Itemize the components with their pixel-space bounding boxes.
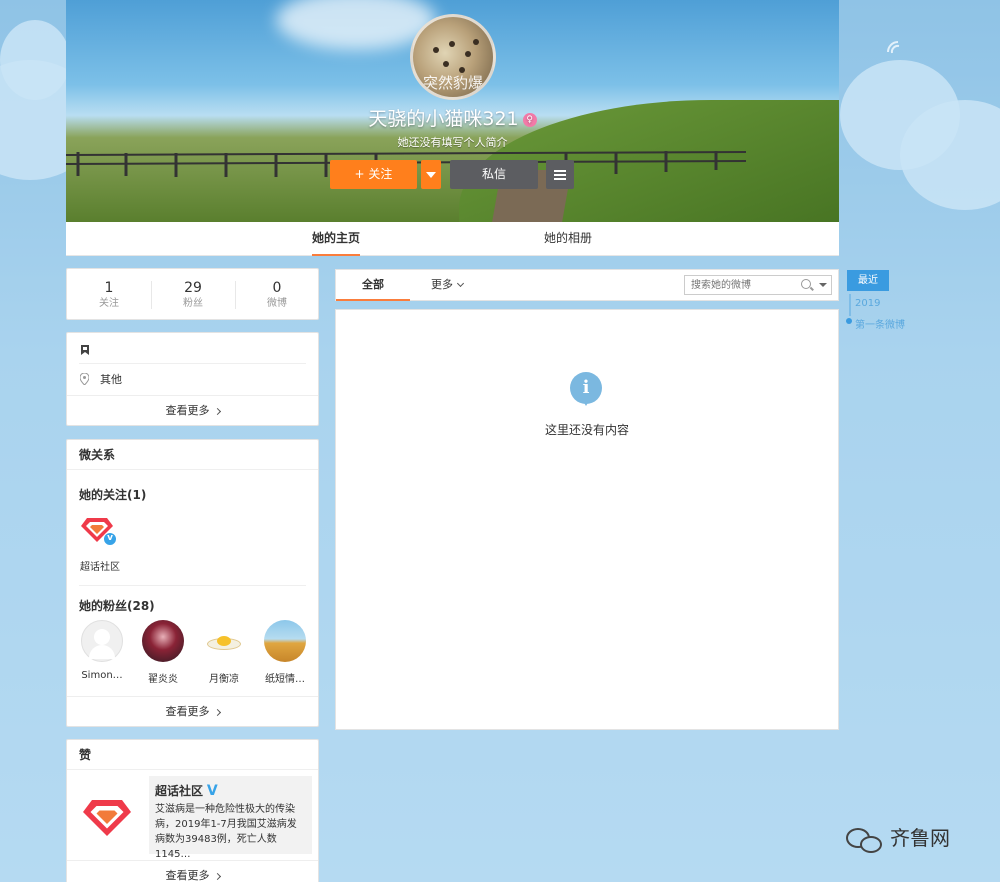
timeline-line [849, 294, 851, 316]
timeline-year[interactable]: 2019 [855, 298, 880, 309]
stat-value: 29 [184, 280, 202, 296]
feed-tab-all[interactable]: 全部 [336, 270, 410, 301]
timeline-recent[interactable]: 最近 [847, 270, 889, 291]
fan-avatar [142, 620, 184, 662]
source-watermark: 齐鲁网 [846, 818, 950, 858]
fan-name: Simon… [81, 670, 123, 681]
likes-see-more-link[interactable]: 查看更多 [67, 860, 318, 882]
stat-label: 关注 [99, 298, 119, 309]
message-button[interactable]: 私信 [450, 160, 538, 189]
following-avatar[interactable]: v [81, 514, 121, 550]
feed-tab-more[interactable]: 更多 [431, 270, 465, 301]
stat-value: 0 [272, 280, 282, 296]
fans-title[interactable]: 她的粉丝(28) [79, 597, 155, 614]
profile-bio: 她还没有填写个人简介 [397, 136, 508, 149]
signal-icon [887, 41, 900, 54]
fan-item[interactable]: 翟炎炎 [140, 620, 186, 685]
see-more-label: 查看更多 [165, 869, 210, 882]
plus-icon: + [354, 167, 369, 181]
relations-see-more-link[interactable]: 查看更多 [67, 696, 318, 726]
fan-item[interactable]: 月衡凉 [201, 620, 247, 685]
avatar-watermark: 突然豹爆 [422, 74, 483, 92]
fan-avatar [264, 620, 306, 662]
fan-item[interactable]: 纸短情… [262, 620, 308, 685]
chevron-right-icon [213, 407, 221, 415]
relations-title: 微关系 [67, 440, 318, 470]
feed-content: i 这里还没有内容 [335, 309, 839, 730]
stat-posts[interactable]: 0 微博 [235, 279, 319, 311]
info-icon: i [570, 372, 602, 406]
wechat-icon [846, 826, 884, 854]
see-more-label: 查看更多 [165, 404, 210, 417]
default-avatar-icon [81, 620, 123, 662]
chevron-right-icon [213, 872, 221, 880]
watermark-text: 齐鲁网 [890, 826, 950, 850]
liked-card-text: 艾滋病是一种危险性极大的传染病，2019年1-7月我国艾滋病发病数为39483例… [155, 804, 297, 860]
liked-card-name: 超话社区 [155, 784, 204, 798]
follow-dropdown-button[interactable] [421, 160, 441, 189]
liked-card[interactable]: 超话社区 V 艾滋病是一种危险性极大的传染病，2019年1-7月我国艾滋病发病数… [149, 776, 312, 860]
likes-panel: 赞 超话社区 V 艾滋病是一种危险性极大的传染病，2019年1-7月我国艾滋病发… [66, 739, 319, 882]
profile-avatar[interactable]: 突然豹爆 [410, 14, 496, 100]
tab-album[interactable]: 她的相册 [544, 222, 592, 256]
search-icon[interactable] [801, 279, 811, 289]
stat-value: 1 [104, 280, 114, 296]
verified-icon: v [103, 532, 117, 546]
fan-avatar [203, 620, 245, 662]
stat-label: 粉丝 [183, 298, 203, 309]
verified-icon: V [206, 783, 218, 799]
caret-down-icon [426, 171, 436, 178]
username-text: 天骁的小猫咪321 [368, 108, 519, 130]
more-label: 更多 [431, 278, 453, 291]
caret-down-icon[interactable] [819, 283, 827, 287]
following-title[interactable]: 她的关注(1) [79, 486, 146, 503]
bg-cloud [0, 20, 70, 100]
see-more-label: 查看更多 [165, 705, 210, 718]
feed-search-input[interactable] [685, 276, 795, 294]
profile-tabs: 她的主页 她的相册 [66, 222, 839, 256]
gender-badge-icon: ♀ [522, 112, 537, 127]
supertopic-logo-icon[interactable] [81, 794, 139, 842]
follow-button[interactable]: + 关注 [330, 160, 417, 189]
info-panel: 其他 查看更多 [66, 332, 319, 426]
menu-button[interactable] [546, 160, 574, 189]
menu-icon [554, 168, 566, 182]
following-name[interactable]: 超话社区 [80, 558, 120, 573]
chevron-down-icon [456, 279, 465, 288]
fan-name: 月衡凉 [209, 674, 239, 685]
stat-following[interactable]: 1 关注 [67, 279, 151, 311]
feed-search [684, 275, 832, 295]
stat-fans[interactable]: 29 粉丝 [151, 279, 235, 311]
timeline-dot [846, 318, 852, 324]
bookmark-icon [81, 345, 89, 355]
location-pin-icon [80, 373, 89, 385]
fan-name: 翟炎炎 [148, 674, 178, 685]
follow-label: 关注 [368, 167, 393, 181]
tab-home[interactable]: 她的主页 [312, 222, 361, 256]
profile-username: 天骁的小猫咪321 ♀ [66, 104, 839, 131]
timeline-first-post[interactable]: 第一条微博 [855, 316, 905, 331]
fan-name: 纸短情… [265, 674, 305, 685]
fan-item[interactable]: Simon… [79, 620, 125, 681]
relations-panel: 微关系 她的关注(1) v 超话社区 她的粉丝(28) Simon… 翟炎炎 月… [66, 439, 319, 727]
chevron-right-icon [213, 708, 221, 716]
stat-label: 微博 [267, 298, 287, 309]
stats-panel: 1 关注 29 粉丝 0 微博 [66, 268, 319, 320]
info-see-more-link[interactable]: 查看更多 [67, 395, 318, 425]
feed-toolbar: 全部 更多 [335, 269, 839, 301]
location-text: 其他 [100, 373, 122, 386]
empty-text: 这里还没有内容 [544, 423, 629, 437]
likes-title: 赞 [67, 740, 318, 770]
